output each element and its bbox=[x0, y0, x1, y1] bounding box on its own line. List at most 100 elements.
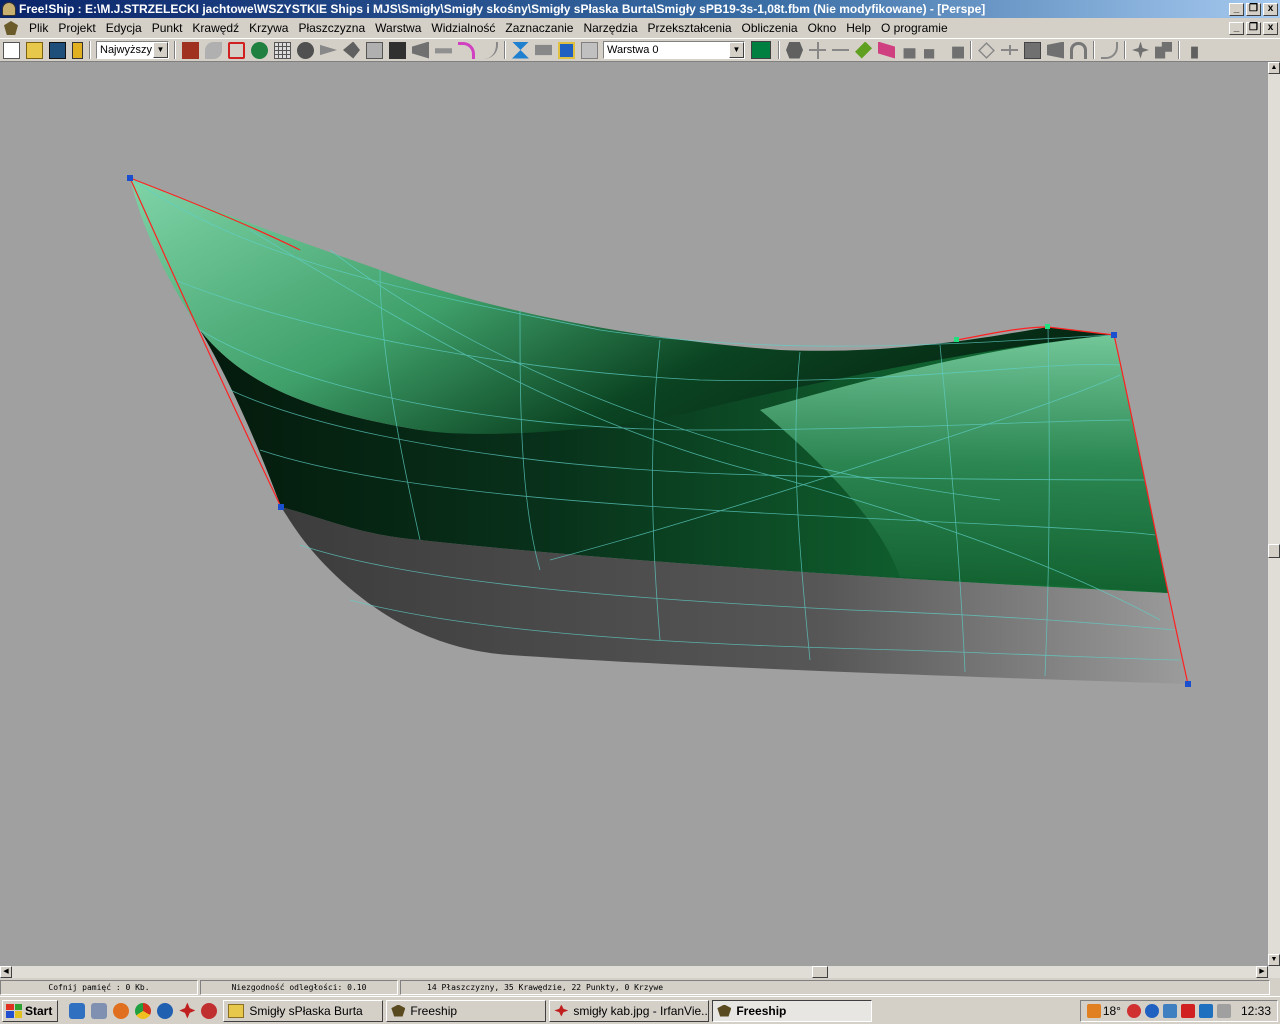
align-icon[interactable] bbox=[978, 41, 995, 59]
task-irfanview[interactable]: smigły kab.jpg - IrfanVie... bbox=[549, 999, 710, 1022]
document-icon[interactable] bbox=[4, 21, 18, 35]
task-freeship-active[interactable]: Freeship bbox=[712, 999, 873, 1022]
control-point[interactable] bbox=[278, 504, 284, 510]
scroll-left-button[interactable]: ◀ bbox=[0, 966, 12, 978]
update-icon[interactable] bbox=[1198, 1003, 1213, 1018]
save-icon[interactable] bbox=[49, 41, 66, 59]
notepad-icon[interactable] bbox=[91, 1002, 108, 1019]
menu-zaznaczanie[interactable]: Zaznaczanie bbox=[500, 21, 578, 35]
menu-krawedz[interactable]: Krawędź bbox=[187, 21, 244, 35]
perspective-viewport[interactable] bbox=[0, 62, 1268, 966]
stations-icon[interactable] bbox=[251, 41, 268, 59]
ruler-icon[interactable] bbox=[435, 48, 452, 54]
selected-point[interactable] bbox=[1045, 324, 1050, 329]
menu-obliczenia[interactable]: Obliczenia bbox=[737, 21, 803, 35]
menu-okno[interactable]: Okno bbox=[803, 21, 842, 35]
control-curves-icon[interactable] bbox=[228, 41, 245, 59]
mdi-restore-button[interactable]: ❐ bbox=[1246, 21, 1261, 35]
menu-przeksztalcenia[interactable]: Przekształcenia bbox=[643, 21, 737, 35]
volume-icon[interactable] bbox=[1180, 1003, 1195, 1018]
menu-o-programie[interactable]: O programie bbox=[876, 21, 953, 35]
show-desktop-icon[interactable] bbox=[69, 1002, 86, 1019]
fair-icon[interactable] bbox=[1070, 41, 1087, 59]
horizontal-scrollbar[interactable]: ◀ ▶ bbox=[0, 966, 1280, 978]
antivirus-icon[interactable] bbox=[1126, 1003, 1141, 1018]
menu-widzialnosc[interactable]: Widzialność bbox=[426, 21, 500, 35]
menu-plik[interactable]: Plik bbox=[24, 21, 53, 35]
tools-icon[interactable] bbox=[1155, 41, 1172, 59]
menu-help[interactable]: Help bbox=[841, 21, 876, 35]
insert-icon[interactable] bbox=[878, 41, 895, 59]
menu-edycja[interactable]: Edycja bbox=[101, 21, 147, 35]
restore-button[interactable]: ❐ bbox=[1246, 2, 1261, 16]
browser-icon[interactable] bbox=[157, 1002, 174, 1019]
mdi-close-button[interactable]: x bbox=[1263, 21, 1278, 35]
selected-point[interactable] bbox=[954, 337, 959, 342]
shade-icon[interactable] bbox=[412, 41, 429, 59]
vertical-scrollbar[interactable]: ▲ ▼ bbox=[1268, 62, 1280, 966]
chrome-icon[interactable] bbox=[135, 1002, 152, 1019]
menu-krzywa[interactable]: Krzywa bbox=[244, 21, 293, 35]
control-point[interactable] bbox=[1111, 332, 1117, 338]
layer-select[interactable]: Warstwa 0 ▼ bbox=[603, 41, 745, 59]
irfanview-icon[interactable] bbox=[179, 1002, 196, 1019]
google-icon[interactable] bbox=[1144, 1003, 1159, 1018]
control-net-icon[interactable] bbox=[182, 41, 199, 59]
chevron-down-icon[interactable]: ▼ bbox=[153, 42, 168, 58]
new-face-icon[interactable] bbox=[1024, 41, 1041, 59]
mdi-minimize-button[interactable]: _ bbox=[1229, 21, 1244, 35]
task-folder[interactable]: Smigły sPłaska Burta bbox=[223, 999, 384, 1022]
intersections-icon[interactable] bbox=[535, 44, 552, 56]
layer-props-icon[interactable] bbox=[558, 41, 575, 59]
interior-edges-icon[interactable] bbox=[205, 41, 222, 59]
app-icon[interactable] bbox=[201, 1002, 218, 1019]
security-icon[interactable] bbox=[1216, 1003, 1231, 1018]
curve-icon[interactable] bbox=[481, 41, 498, 59]
unlock-all-icon[interactable] bbox=[952, 46, 964, 59]
hull-render[interactable] bbox=[0, 62, 1268, 966]
move-icon[interactable] bbox=[809, 41, 826, 59]
network-icon[interactable] bbox=[1162, 1003, 1177, 1018]
waterlines-icon[interactable] bbox=[320, 44, 337, 56]
minimize-button[interactable]: _ bbox=[1229, 2, 1244, 16]
flowlines-icon[interactable] bbox=[389, 41, 406, 59]
menu-plaszczyzna[interactable]: Płaszczyzna bbox=[293, 21, 370, 35]
scroll-up-button[interactable]: ▲ bbox=[1268, 62, 1280, 74]
split-icon[interactable] bbox=[855, 41, 872, 59]
extrude-icon[interactable] bbox=[832, 41, 849, 59]
control-point[interactable] bbox=[1185, 681, 1191, 687]
task-freeship-1[interactable]: Freeship bbox=[386, 999, 547, 1022]
vertical-scroll-thumb[interactable] bbox=[1268, 544, 1280, 558]
menu-warstwa[interactable]: Warstwa bbox=[370, 21, 426, 35]
menu-narzedzia[interactable]: Narzędzia bbox=[578, 21, 642, 35]
menu-punkt[interactable]: Punkt bbox=[147, 21, 188, 35]
add-point-icon[interactable] bbox=[786, 41, 803, 59]
scroll-down-button[interactable]: ▼ bbox=[1268, 954, 1280, 966]
chevron-down-icon[interactable]: ▼ bbox=[729, 42, 744, 58]
curvature-icon[interactable] bbox=[458, 41, 475, 59]
weather-icon[interactable] bbox=[1086, 1003, 1101, 1018]
lock-icon[interactable] bbox=[903, 48, 916, 59]
grid-icon[interactable] bbox=[274, 41, 291, 59]
layers-icon[interactable] bbox=[581, 41, 598, 59]
new-file-icon[interactable] bbox=[3, 41, 20, 59]
exit-icon[interactable] bbox=[72, 41, 83, 59]
settings-icon[interactable] bbox=[1132, 41, 1149, 59]
close-button[interactable]: x bbox=[1263, 2, 1278, 16]
firefox-icon[interactable] bbox=[113, 1002, 130, 1019]
scroll-right-button[interactable]: ▶ bbox=[1256, 966, 1268, 978]
flip-icon[interactable] bbox=[1047, 41, 1064, 59]
menu-projekt[interactable]: Projekt bbox=[53, 21, 100, 35]
fit-curve-icon[interactable] bbox=[1101, 41, 1118, 59]
collapse-icon[interactable] bbox=[1001, 41, 1018, 59]
precision-select[interactable]: Najwyższy ▼ bbox=[96, 41, 169, 59]
export-icon[interactable] bbox=[1191, 46, 1198, 59]
open-folder-icon[interactable] bbox=[26, 41, 43, 59]
control-point[interactable] bbox=[127, 175, 133, 181]
mirror-icon[interactable] bbox=[512, 41, 529, 59]
horizontal-scroll-thumb[interactable] bbox=[812, 966, 828, 978]
buttocks-icon[interactable] bbox=[297, 41, 314, 59]
unlock-icon[interactable] bbox=[924, 49, 935, 59]
start-button[interactable]: Start bbox=[2, 999, 59, 1022]
diagonals-icon[interactable] bbox=[343, 41, 360, 59]
